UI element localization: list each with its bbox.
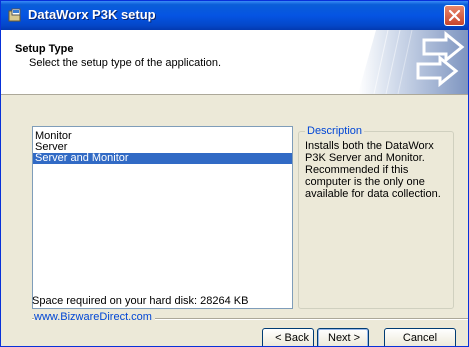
description-text: Installs both the DataWorx P3K Server an…: [305, 140, 441, 200]
close-icon: [448, 9, 461, 22]
page-title: Setup Type: [15, 43, 74, 55]
brand-label: www.BizwareDirect.com: [34, 311, 155, 323]
window-title: DataWorx P3K setup: [28, 7, 156, 22]
installer-arrows-icon: [358, 30, 468, 94]
wizard-header: Setup Type Select the setup type of the …: [1, 30, 468, 95]
next-button[interactable]: Next >: [317, 328, 369, 346]
setup-type-list[interactable]: Monitor Server Server and Monitor: [32, 126, 293, 309]
wizard-body: Monitor Server Server and Monitor Descri…: [1, 95, 468, 346]
description-legend: Description: [305, 125, 365, 137]
description-group: Description Installs both the DataWorx P…: [298, 125, 454, 309]
setup-window: DataWorx P3K setup Setup Type Select the…: [0, 0, 469, 347]
page-subtitle: Select the setup type of the application…: [29, 57, 222, 69]
title-bar[interactable]: DataWorx P3K setup: [1, 1, 468, 30]
list-item-monitor[interactable]: Monitor: [33, 131, 292, 142]
disk-space-label: Space required on your hard disk: 28264 …: [32, 295, 249, 307]
back-button[interactable]: < Back: [262, 328, 314, 346]
list-item-server-and-monitor[interactable]: Server and Monitor: [33, 153, 292, 164]
setup-package-icon: [8, 8, 21, 22]
close-button[interactable]: [444, 5, 465, 26]
cancel-button[interactable]: Cancel: [384, 328, 456, 346]
